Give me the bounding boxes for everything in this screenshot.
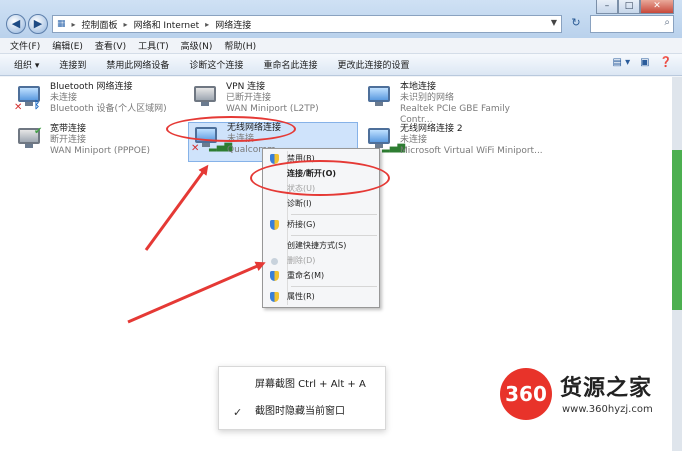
connection-name: 无线网络连接 2 — [400, 124, 463, 134]
command-bar: 组织 ▾ 连接到 禁用此网络设备 诊断这个连接 重命名此连接 更改此连接的设置 … — [0, 54, 682, 76]
menu-bar: 文件(F) 编辑(E) 查看(V) 工具(T) 高级(N) 帮助(H) — [0, 38, 682, 54]
screenshot-shortcut-item[interactable]: 屏幕截图 Ctrl + Alt + A — [255, 377, 366, 393]
connection-local[interactable]: 本地连接 未识别的网络 Realtek PCIe GBE Family Cont… — [364, 82, 544, 125]
view-controls: ▤ ▾ ▣ ❓ — [612, 57, 672, 68]
annotation-oval-connect — [250, 160, 390, 196]
disconnected-x-icon: ✕ — [14, 102, 23, 113]
screenshot-popup: 屏幕截图 Ctrl + Alt + A ✓ 截图时隐藏当前窗口 — [218, 366, 386, 430]
side-tab — [672, 150, 682, 310]
brand-url: www.360hyzj.com — [562, 404, 653, 415]
connection-name: 宽带连接 — [50, 124, 87, 134]
rename-button[interactable]: 重命名此连接 — [263, 58, 317, 71]
chevron-down-icon[interactable]: ▼ — [551, 18, 557, 27]
title-bar: – □ ✕ ◀ ▶ ▦ ▸ 控制面板 ▸ 网络和 Internet ▸ 网络连接… — [0, 0, 682, 38]
connection-name: VPN 连接 — [226, 82, 266, 92]
breadcrumb-separator: ▸ — [123, 19, 128, 29]
connection-status: 未连接 — [400, 135, 428, 145]
search-input[interactable]: ⌕ — [590, 15, 674, 33]
menu-item-rename[interactable]: 重命名(M) — [265, 269, 377, 283]
connection-device: Realtek PCIe GBE Family Contr... — [400, 104, 510, 125]
annotation-oval-wireless — [166, 116, 296, 142]
maximize-button[interactable]: □ — [618, 0, 640, 14]
disconnected-x-icon: ✕ — [191, 143, 200, 154]
vpn-adapter-icon — [190, 84, 220, 112]
connect-to-button[interactable]: 连接到 — [59, 58, 86, 71]
connection-status: 未连接 — [50, 93, 78, 103]
preview-pane-icon[interactable]: ▣ — [640, 57, 649, 68]
view-options-icon[interactable]: ▤ ▾ — [612, 57, 630, 68]
menu-tools[interactable]: 工具(T) — [138, 39, 169, 52]
menu-separator — [291, 286, 377, 287]
menu-item-label: 删除(D) — [287, 256, 316, 265]
breadcrumb-network-internet[interactable]: 网络和 Internet — [134, 18, 200, 31]
hide-window-option[interactable]: 截图时隐藏当前窗口 — [255, 404, 345, 420]
ethernet-adapter-icon — [364, 84, 394, 112]
forward-arrow-icon[interactable]: ▶ — [28, 14, 48, 34]
breadcrumb-separator: ▸ — [205, 19, 210, 29]
window-controls: – □ ✕ — [596, 0, 674, 14]
shield-icon — [270, 220, 279, 230]
address-bar[interactable]: ▦ ▸ 控制面板 ▸ 网络和 Internet ▸ 网络连接 ▼ — [52, 15, 562, 33]
menu-item-diagnose[interactable]: 诊断(I) — [265, 197, 377, 211]
menu-item-label: 重命名(M) — [287, 271, 325, 280]
back-arrow-icon[interactable]: ◀ — [6, 14, 26, 34]
control-panel-icon: ▦ — [57, 19, 66, 29]
menu-edit[interactable]: 编辑(E) — [52, 39, 83, 52]
menu-separator — [291, 214, 377, 215]
minimize-button[interactable]: – — [596, 0, 618, 14]
breadcrumb-network-connections[interactable]: 网络连接 — [215, 18, 251, 31]
menu-item-label: 诊断(I) — [287, 199, 312, 208]
check-icon: ✓ — [233, 406, 243, 419]
network-adapter-icon: ✕ ᛒ — [14, 84, 44, 113]
menu-help[interactable]: 帮助(H) — [224, 39, 256, 52]
connection-device: Bluetooth 设备(个人区域网) — [50, 104, 167, 114]
connection-status: 已断开连接 — [226, 93, 272, 103]
connection-status: 断开连接 — [50, 135, 87, 145]
change-settings-button[interactable]: 更改此连接的设置 — [337, 58, 409, 71]
brand-name: 货源之家 — [560, 376, 653, 401]
menu-item-label: 属性(R) — [287, 292, 315, 301]
help-icon[interactable]: ❓ — [660, 57, 672, 68]
shield-icon — [270, 271, 279, 281]
connection-device: WAN Miniport (L2TP) — [226, 104, 319, 114]
logo-360: 360 — [500, 368, 552, 420]
menu-item-delete: 删除(D) — [265, 254, 377, 268]
connection-device: Microsoft Virtual WiFi Miniport... — [400, 146, 543, 156]
shield-icon — [270, 292, 279, 302]
menu-advanced[interactable]: 高级(N) — [181, 39, 213, 52]
diagnose-button[interactable]: 诊断这个连接 — [189, 58, 243, 71]
connection-wireless-2[interactable]: ▂▄▆ 无线网络连接 2 未连接 Microsoft Virtual WiFi … — [364, 124, 544, 164]
connection-name: Bluetooth 网络连接 — [50, 82, 133, 92]
menu-item-properties[interactable]: 属性(R) — [265, 290, 377, 304]
breadcrumb-separator: ▸ — [71, 19, 76, 29]
broadband-adapter-icon: ✔ — [14, 126, 44, 154]
organize-button[interactable]: 组织 ▾ — [14, 58, 39, 71]
connection-bluetooth[interactable]: ✕ ᛒ Bluetooth 网络连接 未连接 Bluetooth 设备(个人区域… — [14, 82, 194, 122]
delete-icon — [271, 258, 278, 265]
menu-separator — [291, 235, 377, 236]
connection-device: WAN Miniport (PPPOE) — [50, 146, 151, 156]
menu-file[interactable]: 文件(F) — [10, 39, 40, 52]
breadcrumb-control-panel[interactable]: 控制面板 — [82, 18, 118, 31]
close-button[interactable]: ✕ — [640, 0, 674, 14]
refresh-icon[interactable]: ↻ — [566, 16, 586, 32]
check-icon: ✔ — [34, 126, 43, 137]
menu-view[interactable]: 查看(V) — [95, 39, 126, 52]
watermark: 360 货源之家 www.360hyzj.com — [500, 368, 678, 426]
menu-item-bridge[interactable]: 桥接(G) — [265, 218, 377, 232]
search-icon: ⌕ — [664, 17, 670, 28]
bluetooth-icon: ᛒ — [34, 100, 40, 111]
connection-status: 未识别的网络 — [400, 93, 455, 103]
menu-item-label: 桥接(G) — [287, 220, 316, 229]
disable-device-button[interactable]: 禁用此网络设备 — [106, 58, 169, 71]
connection-name: 本地连接 — [400, 82, 437, 92]
menu-item-label: 创建快捷方式(S) — [287, 241, 347, 250]
menu-item-create-shortcut[interactable]: 创建快捷方式(S) — [265, 239, 377, 253]
